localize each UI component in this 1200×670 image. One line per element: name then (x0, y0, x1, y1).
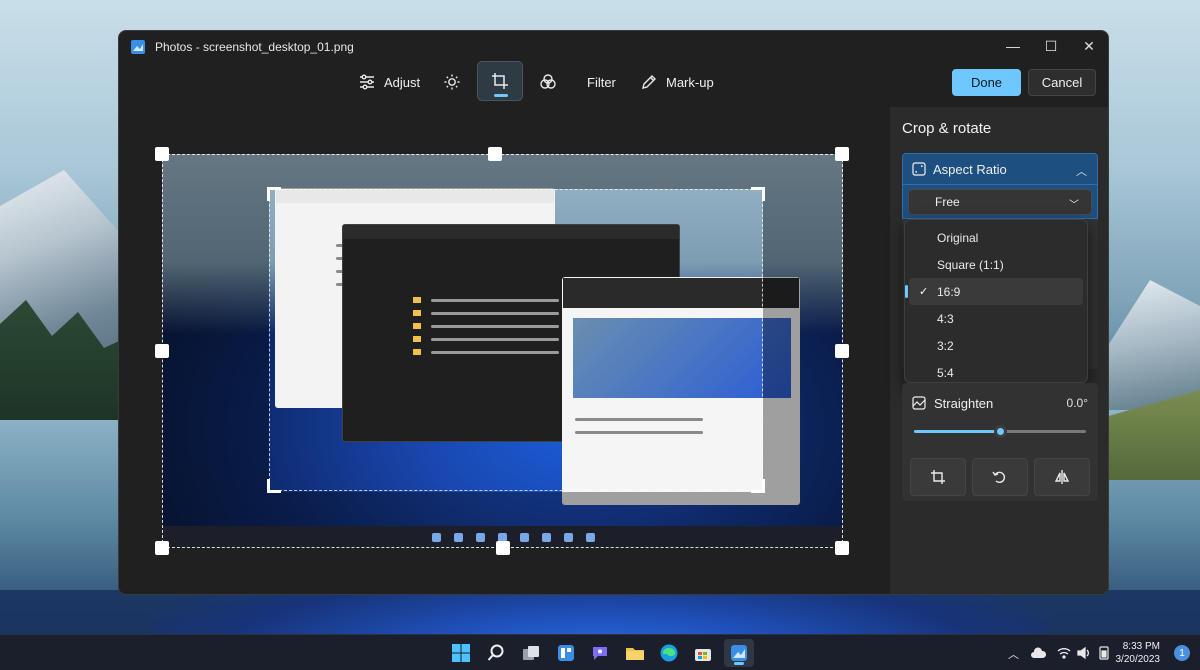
crop-tool-button[interactable] (477, 61, 523, 101)
selection-indicator (905, 285, 908, 298)
crop-handle-bottom[interactable] (496, 541, 510, 555)
markup-label: Mark-up (666, 74, 714, 90)
chat-icon (593, 647, 607, 660)
photos-window: Photos - screenshot_desktop_01.png — ☐ ✕… (118, 30, 1109, 595)
aspect-ratio-label: Aspect Ratio (933, 161, 1007, 177)
crop-reset-button[interactable] (910, 458, 966, 496)
close-button[interactable]: ✕ (1070, 31, 1108, 61)
clock-date: 3/20/2023 (1115, 654, 1161, 665)
chat-button[interactable] (590, 643, 610, 663)
rotate-icon (992, 471, 1006, 484)
aspect-ratio-header[interactable]: Aspect Ratio ︿ (902, 153, 1098, 185)
option-square[interactable]: Square (1:1) (909, 251, 1083, 278)
crop-handle-left[interactable] (155, 344, 169, 358)
windows-logo-icon (452, 644, 470, 662)
crop-handle-top[interactable] (488, 147, 502, 161)
photos-taskbar-button[interactable] (729, 643, 749, 663)
wallpaper-mountain-right (1100, 280, 1200, 410)
aspect-ratio-icon (912, 162, 926, 176)
guide-corner-top-right (751, 187, 765, 201)
guide-corner-bottom-right (751, 479, 765, 493)
minimize-button[interactable]: — (994, 31, 1032, 61)
clock-time: 8:33 PM (1122, 641, 1160, 652)
option-16-9[interactable]: ✓ 16:9 (905, 278, 1083, 305)
store-button[interactable] (693, 643, 713, 663)
store-bag-icon (695, 649, 711, 661)
guide-corner-bottom-left (267, 479, 281, 493)
markup-button[interactable]: Mark-up (640, 63, 714, 101)
sliders-icon (360, 74, 374, 90)
widgets-icon (558, 645, 574, 661)
straighten-section: Straighten 0.0° (902, 383, 1098, 501)
search-icon (487, 644, 504, 661)
aspect-guide-frame (269, 189, 763, 491)
aspect-ratio-value: Free (935, 195, 960, 209)
adjust-label: Adjust (384, 74, 421, 90)
chevron-up-icon: ︿ (1076, 166, 1087, 178)
active-tool-indicator (494, 94, 508, 97)
folder-icon (626, 648, 644, 660)
crop-handle-bottom-right[interactable] (835, 541, 849, 555)
slider-thumb[interactable] (993, 425, 1007, 438)
option-original[interactable]: Original (909, 224, 1083, 251)
task-view-icon (523, 646, 539, 660)
filter-button[interactable]: Filter (587, 63, 616, 101)
crop-icon (931, 470, 945, 484)
title-bar: Photos - screenshot_desktop_01.png — ☐ ✕ (119, 31, 1108, 63)
show-hidden-icons-chevron-icon[interactable]: ︿ (1008, 646, 1019, 662)
maximize-button[interactable]: ☐ (1032, 31, 1070, 61)
crop-handle-top-right[interactable] (835, 147, 849, 161)
crop-handle-bottom-left[interactable] (155, 541, 169, 555)
chevron-down-icon: ﹀ (1069, 200, 1079, 211)
volume-icon[interactable] (1077, 646, 1091, 660)
battery-icon[interactable] (1097, 646, 1111, 660)
effects-button[interactable] (539, 63, 557, 101)
edge-browser-icon (660, 644, 678, 662)
straighten-slider[interactable] (914, 425, 1086, 438)
photos-app-icon (731, 645, 747, 661)
straighten-icon (912, 396, 926, 410)
crop-handle-top-left[interactable] (155, 147, 169, 161)
sun-icon (444, 74, 460, 90)
straighten-label: Straighten (934, 396, 994, 411)
option-3-2[interactable]: 3:2 (909, 332, 1083, 359)
image-canvas (119, 111, 889, 594)
filters-circles-icon (540, 74, 556, 89)
option-4-3[interactable]: 4:3 (909, 305, 1083, 332)
crop-icon (492, 73, 508, 89)
crop-handle-right[interactable] (835, 344, 849, 358)
flip-button[interactable] (1034, 458, 1090, 496)
photos-app-icon (131, 40, 145, 54)
edge-button[interactable] (659, 643, 679, 663)
clock[interactable]: 8:33 PM 3/20/2023 (1116, 640, 1161, 666)
system-taskbar: ︿ 8:33 PM 3/20/2023 1 (0, 634, 1200, 670)
widgets-button[interactable] (556, 643, 576, 663)
window-title: Photos - screenshot_desktop_01.png (155, 40, 354, 54)
flip-icon (1054, 470, 1070, 484)
file-explorer-button[interactable] (625, 643, 645, 663)
crop-rotate-panel: Crop & rotate Aspect Ratio ︿ Free ﹀ Orig… (890, 107, 1108, 594)
pen-icon (642, 75, 656, 89)
straighten-value: 0.0° (1066, 396, 1088, 410)
rotate-button[interactable] (972, 458, 1028, 496)
guide-corner-top-left (267, 187, 281, 201)
start-button[interactable] (451, 643, 471, 663)
cancel-button[interactable]: Cancel (1028, 69, 1096, 96)
checkmark-icon: ✓ (919, 286, 929, 298)
cloud-icon[interactable] (1031, 647, 1046, 659)
notification-badge[interactable]: 1 (1174, 645, 1190, 661)
panel-title: Crop & rotate (902, 120, 992, 137)
task-view-button[interactable] (521, 643, 541, 663)
brightness-button[interactable] (443, 63, 461, 101)
filter-label: Filter (587, 74, 616, 90)
search-button[interactable] (486, 643, 506, 663)
option-5-4[interactable]: 5:4 (909, 359, 1083, 386)
aspect-ratio-select[interactable]: Free ﹀ (908, 189, 1092, 215)
done-button[interactable]: Done (952, 69, 1021, 96)
wifi-icon[interactable] (1057, 646, 1071, 660)
adjust-button[interactable]: Adjust (358, 63, 420, 101)
aspect-ratio-dropdown: Original Square (1:1) ✓ 16:9 4:3 3:2 5:4 (904, 219, 1088, 383)
